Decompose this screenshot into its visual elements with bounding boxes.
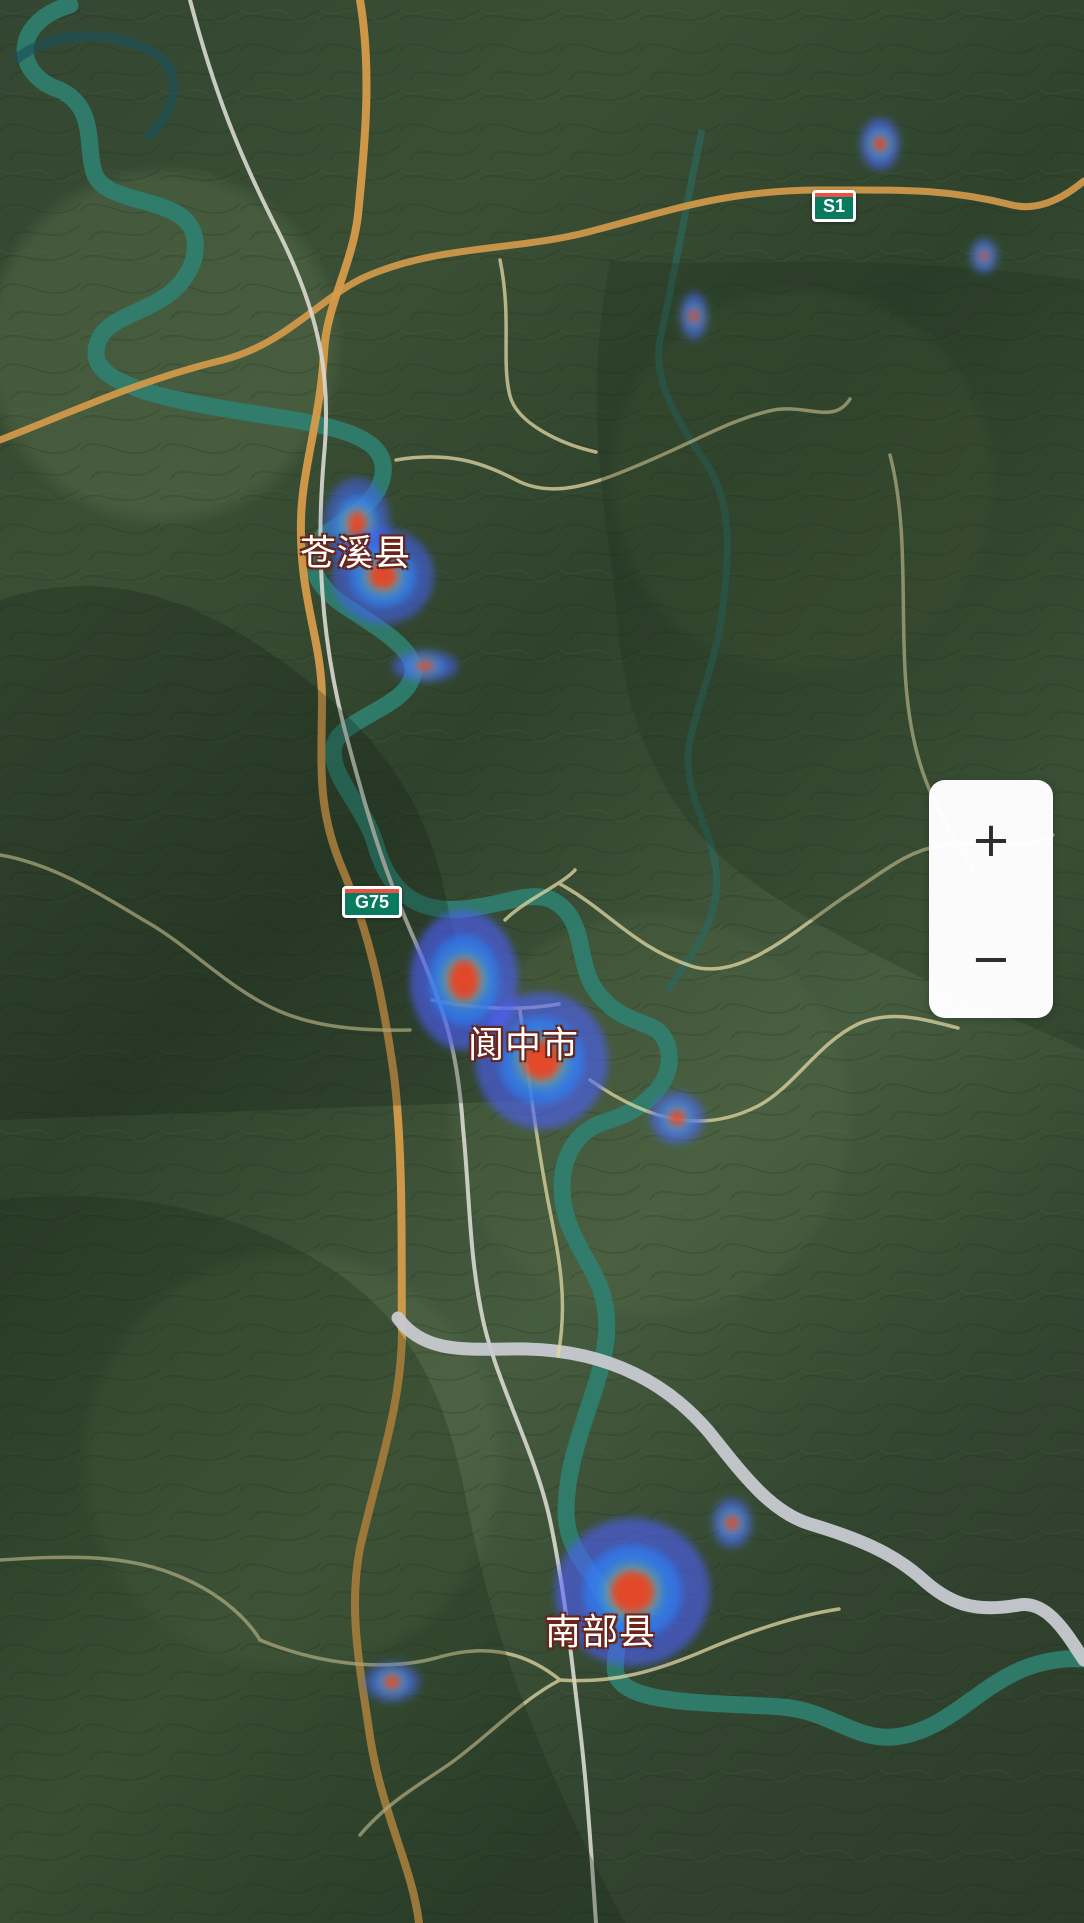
heat-spot xyxy=(392,650,458,682)
heat-spot xyxy=(970,238,998,274)
heat-langzhong-small xyxy=(650,1092,704,1144)
zoom-in-button[interactable]: + xyxy=(929,780,1053,899)
road-shield-s1: S1 xyxy=(812,190,856,222)
heat-langzhong-east xyxy=(475,992,608,1129)
map-terrain xyxy=(0,0,1084,1923)
zoom-controls: + − xyxy=(929,780,1053,1018)
heat-nanbu xyxy=(555,1518,710,1666)
heat-spot xyxy=(364,1662,420,1702)
road-shield-g75: G75 xyxy=(342,886,402,918)
heat-cangxi-main xyxy=(332,528,434,624)
heat-spot xyxy=(680,292,708,340)
road-shield-label: G75 xyxy=(354,892,390,912)
heat-spot xyxy=(712,1498,752,1548)
heat-spot xyxy=(860,118,900,170)
road-shield-label: S1 xyxy=(822,196,846,216)
zoom-out-button[interactable]: − xyxy=(929,899,1053,1018)
map-view[interactable]: 苍溪县 阆中市 南部县 S1 G75 + − xyxy=(0,0,1084,1923)
